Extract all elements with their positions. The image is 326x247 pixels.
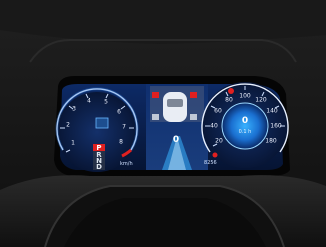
tachometer-tick-label: 8 xyxy=(119,138,123,146)
speedometer-tick-label: 120 xyxy=(255,96,267,104)
tachometer-tick-label: 1 xyxy=(71,139,75,147)
tachometer-tick-label: 4 xyxy=(87,97,91,105)
speedometer-tick-label: 140 xyxy=(266,107,278,115)
speedometer-tick-label: 80 xyxy=(225,96,233,104)
speedometer-tick-label: 40 xyxy=(210,122,218,130)
speedometer-tick-label: 20 xyxy=(215,137,223,145)
odometer-readout: 8256 xyxy=(204,160,217,166)
photo-stage: 1 2 3 4 5 6 7 8 P R N D 0 km/h 8256 20 4… xyxy=(0,0,326,247)
tachometer-tick-label: 7 xyxy=(122,123,126,131)
parking-sensor-front-right xyxy=(190,92,197,98)
speedometer-center-unit: 0.1 h xyxy=(238,129,252,135)
speedometer-tick-label: 160 xyxy=(270,122,282,130)
door-status-icon xyxy=(95,117,109,129)
seatbelt-warning-icon xyxy=(212,152,218,158)
tachometer-tick-label: 2 xyxy=(66,121,70,129)
parking-sensor-front-left xyxy=(152,92,159,98)
gear-d-label: D xyxy=(96,163,102,171)
speedometer-tick-label: 60 xyxy=(214,107,222,115)
tachometer-tick-label: 6 xyxy=(117,108,121,116)
speedometer-tick-label: 180 xyxy=(265,137,277,145)
center-speed-unit: km/h xyxy=(120,161,133,167)
speedometer-tick-label: 100 xyxy=(239,92,251,100)
tachometer-tick-label: 5 xyxy=(104,98,108,106)
speedometer-center-value: 0 xyxy=(241,116,249,126)
center-speed-readout: 0 xyxy=(172,135,180,145)
tachometer-tick-label: 3 xyxy=(72,105,76,113)
warning-indicator-icon xyxy=(228,88,234,94)
center-panel xyxy=(146,84,208,170)
